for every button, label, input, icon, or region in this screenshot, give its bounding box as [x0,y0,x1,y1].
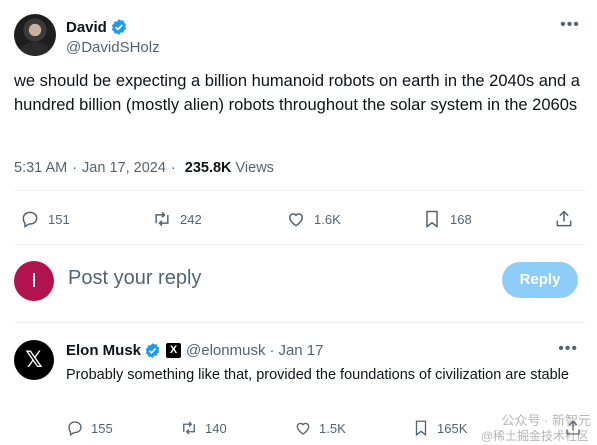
reply-button[interactable]: 151 [20,204,70,234]
views-label: Views [235,160,274,176]
retweet-icon [183,421,195,435]
more-dots-icon[interactable]: ••• [558,341,578,357]
author-display-name[interactable]: David [66,19,107,36]
heart-icon [296,422,310,435]
heart-icon [288,213,304,227]
reply-author-name[interactable]: Elon Musk [66,342,141,359]
reply-submit-button[interactable]: Reply [502,262,578,298]
bookmark-count: 168 [450,211,472,227]
avatar[interactable]: 𝕏 [14,340,54,380]
like-count: 1.5K [319,420,346,436]
watermark: @稀土掘金技术社区 [480,429,589,443]
views-count: 235.8K [184,160,232,176]
reply-date[interactable]: Jan 17 [278,342,323,359]
like-button[interactable]: 1.6K [286,204,341,234]
tweet-actions: 151 242 1.6K 168 [14,204,584,234]
share-icon [556,210,572,227]
reply-bubble-icon [22,211,38,228]
affiliate-badge-icon: X [166,343,182,358]
tweet-time[interactable]: 5:31 AM [14,160,67,176]
verified-badge-icon [145,343,160,358]
meta-separator: · [269,342,275,359]
tweet-header: David @DavidSHolz ••• [14,12,584,62]
like-count: 1.6K [314,211,341,227]
retweet-count: 140 [205,420,227,436]
reply-input[interactable]: Post your reply [68,267,201,290]
reply-button[interactable]: 155 [66,416,113,440]
reply-count: 155 [91,420,113,436]
divider [14,322,586,323]
tweet-date[interactable]: Jan 17, 2024 [82,160,166,176]
reply-text: Probably something like that, provided t… [66,367,569,383]
meta-separator: · [72,160,78,176]
retweet-count: 242 [180,211,202,227]
like-button[interactable]: 1.5K [294,416,346,440]
meta-separator: · [170,160,176,176]
avatar[interactable]: I [14,261,54,301]
reply-author-row: Elon Musk X @elonmusk · Jan 17 [66,342,324,359]
bookmark-count: 165K [437,420,468,436]
reply-bubble-icon [68,421,82,436]
more-dots-icon[interactable]: ••• [560,17,580,34]
retweet-icon [155,211,169,227]
bookmark-button[interactable]: 168 [422,204,472,234]
retweet-button[interactable]: 140 [180,416,227,440]
author-handle[interactable]: @DavidSHolz [66,39,160,56]
divider [14,244,586,245]
author-name-row: David [66,18,128,36]
divider [14,190,586,191]
reply-author-handle[interactable]: @elonmusk [186,342,265,359]
reply-composer: I Post your reply Reply [14,259,584,303]
bookmark-icon [415,420,427,437]
tweet-meta: 5:31 AM · Jan 17, 2024 · 235.8K Views [14,160,274,176]
verified-badge-icon [111,19,126,35]
avatar[interactable] [14,14,56,56]
bookmark-icon [426,210,438,228]
retweet-button[interactable]: 242 [152,204,202,234]
tweet-text: we should be expecting a billion humanoi… [14,72,580,114]
reply-count: 151 [48,211,70,227]
bookmark-button[interactable]: 165K [412,416,467,440]
share-button[interactable] [554,204,582,234]
